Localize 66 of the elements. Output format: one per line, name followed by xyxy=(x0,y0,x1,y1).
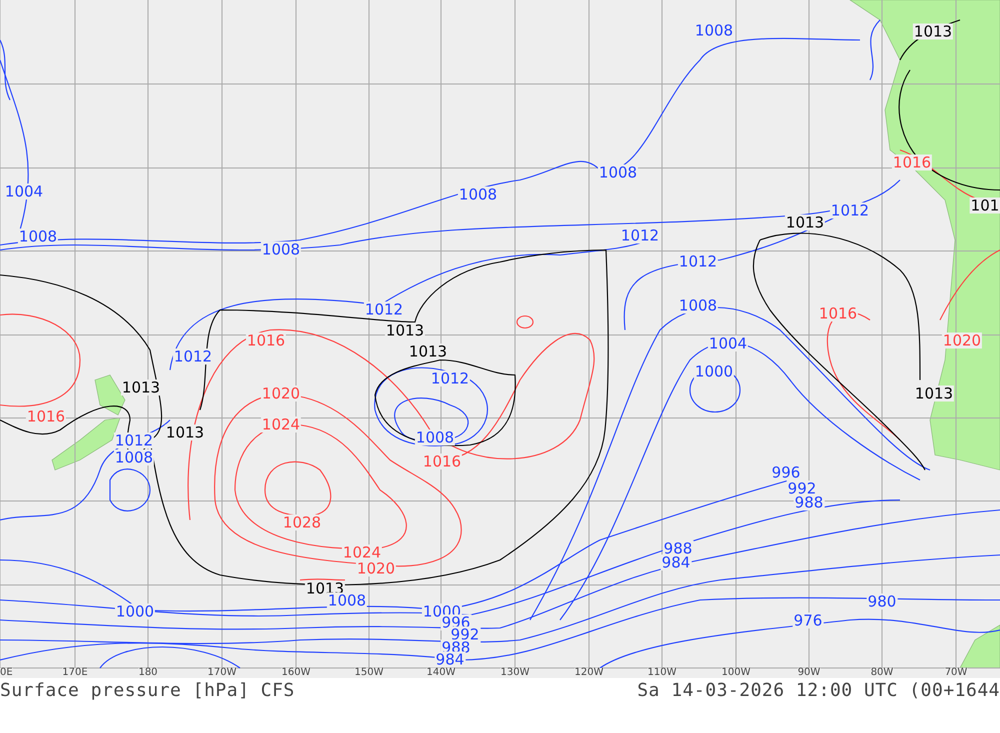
isobar-label: 1008 xyxy=(598,164,638,181)
isobar-label: 1013 xyxy=(384,322,426,339)
isobar-label: 1016 xyxy=(26,408,66,425)
longitude-label: 0E xyxy=(0,668,13,678)
isobar-label: 1016 xyxy=(818,306,858,322)
isobar-label: 1012 xyxy=(620,228,660,244)
isobar-label: 984 xyxy=(434,652,466,668)
longitude-label: 80W xyxy=(870,668,894,678)
isobar-label: 1008 xyxy=(260,242,302,258)
longitude-label: 70W xyxy=(944,668,968,678)
map-timestamp: Sa 14-03-2026 12:00 UTC (00+1644 xyxy=(637,680,1000,700)
isobar-label: 1020 xyxy=(260,386,302,402)
isobar-label: 1012 xyxy=(678,254,718,270)
longitude-label: 100W xyxy=(722,668,750,678)
longitude-label: 130W xyxy=(500,668,530,678)
island-shape xyxy=(94,374,126,416)
isobar-label: 1008 xyxy=(114,450,154,466)
isobar-label: 1000 xyxy=(114,604,156,620)
isobar-label: 1028 xyxy=(282,514,322,531)
isobar-label: 1016 xyxy=(892,154,932,171)
isobar-label: 976 xyxy=(792,612,824,629)
longitude-label: 110W xyxy=(648,668,676,678)
isobar-label: 1008 xyxy=(694,22,734,39)
isobar-label: 1008 xyxy=(18,228,58,245)
isobar-label: 984 xyxy=(660,554,692,571)
isobar-label: 1024 xyxy=(260,416,302,433)
isobar-label: 101 xyxy=(970,198,1000,214)
isobar-label: 1013 xyxy=(784,214,826,231)
isobar-label: 1013 xyxy=(164,424,206,441)
longitude-label: 150W xyxy=(354,668,384,678)
isobar-label: 1004 xyxy=(708,336,748,352)
isobar-label: 996 xyxy=(770,464,802,481)
isobar-label: 1000 xyxy=(694,364,734,380)
isobar-label: 980 xyxy=(866,594,898,610)
isobar-label: 1008 xyxy=(458,186,498,203)
map-title: Surface pressure [hPa] CFS xyxy=(0,680,295,700)
longitude-label: 90W xyxy=(798,668,820,678)
isobar-label: 1012 xyxy=(114,432,154,449)
isobar-label: 1012 xyxy=(430,370,470,387)
island-shape xyxy=(960,624,1000,668)
isobar-label: 1012 xyxy=(830,202,870,219)
longitude-label: 180 xyxy=(138,668,158,678)
isobar-label: 992 xyxy=(786,480,818,497)
isobar-label: 1020 xyxy=(942,332,982,349)
isobar-label: 1008 xyxy=(678,298,718,314)
isobar-label: 1008 xyxy=(326,592,368,609)
isobar-label: 1012 xyxy=(364,302,404,318)
isobar-label: 1020 xyxy=(356,560,396,577)
isobar-label: 992 xyxy=(450,626,480,643)
longitude-label: 160W xyxy=(282,668,310,678)
isobar-label: 1013 xyxy=(120,380,162,396)
isobar-label: 1016 xyxy=(422,454,462,470)
isobar-label: 988 xyxy=(662,540,694,557)
isobar-label: 1008 xyxy=(414,430,456,446)
longitude-label: 170W xyxy=(208,668,236,678)
isobar-label: 1013 xyxy=(912,24,954,40)
isobar-label: 1012 xyxy=(172,348,214,365)
longitude-label: 140W xyxy=(426,668,456,678)
isobar-label: 1013 xyxy=(914,386,954,402)
isobar-label: 988 xyxy=(794,494,824,511)
longitude-label: 170E xyxy=(62,668,88,678)
isobar-label: 1016 xyxy=(246,332,286,349)
isobar-label: 1004 xyxy=(4,184,44,200)
isobar-label: 1024 xyxy=(342,544,382,561)
isobar-label: 1013 xyxy=(408,344,448,360)
longitude-label: 120W xyxy=(574,668,604,678)
